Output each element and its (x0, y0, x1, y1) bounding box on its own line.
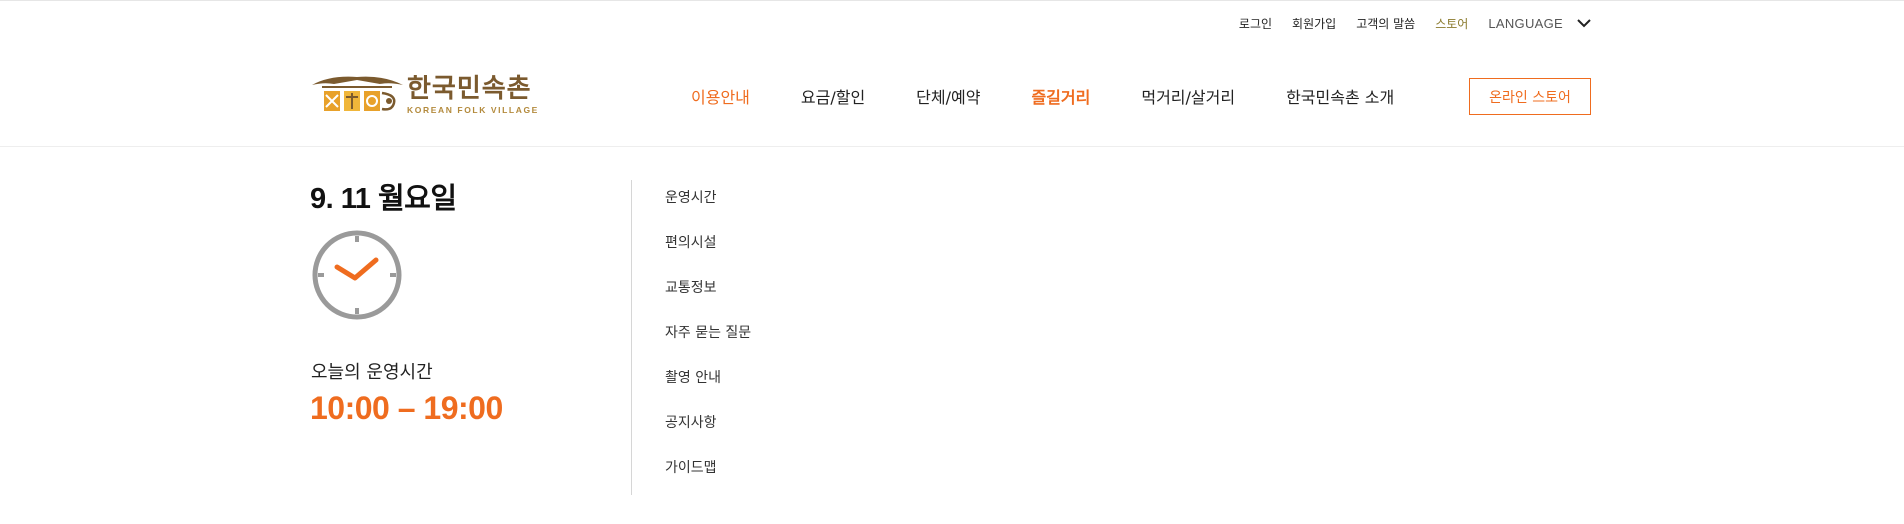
language-label: LANGUAGE (1488, 15, 1563, 31)
login-link[interactable]: 로그인 (1239, 15, 1272, 32)
customer-voice-link[interactable]: 고객의 말씀 (1356, 15, 1415, 32)
main-nav: 이용안내 요금/할인 단체/예약 즐길거리 먹거리/살거리 한국민속촌 소개 (691, 84, 1445, 108)
nav-food-shopping[interactable]: 먹거리/살거리 (1141, 84, 1235, 108)
today-hours-value: 10:00 – 19:00 (310, 390, 503, 426)
submenu-item-notices[interactable]: 공지사항 (665, 414, 751, 459)
nav-usage-info[interactable]: 이용안내 (691, 84, 750, 108)
submenu-item-guide-map[interactable]: 가이드맵 (665, 459, 751, 504)
chevron-down-icon (1577, 18, 1591, 27)
nav-attractions[interactable]: 즐길거리 (1031, 84, 1090, 108)
signup-link[interactable]: 회원가입 (1292, 15, 1336, 32)
submenu-item-hours[interactable]: 운영시간 (665, 189, 751, 234)
utility-nav: 로그인 회원가입 고객의 말씀 스토어 LANGUAGE (1219, 14, 1591, 32)
logo-name-ko: 한국민속촌 (407, 74, 532, 104)
store-link[interactable]: 스토어 (1435, 15, 1468, 32)
online-store-button[interactable]: 온라인 스토어 (1469, 78, 1591, 115)
today-date: 9. 11 월요일 (310, 183, 457, 215)
nav-about[interactable]: 한국민속촌 소개 (1286, 84, 1394, 108)
logo-name-en: KOREAN FOLK VILLAGE (407, 105, 539, 115)
nav-groups-reservation[interactable]: 단체/예약 (916, 84, 980, 108)
today-hours-label: 오늘의 운영시간 (311, 362, 433, 383)
submenu-item-faq[interactable]: 자주 묻는 질문 (665, 324, 751, 369)
submenu-item-transport[interactable]: 교통정보 (665, 279, 751, 324)
panel-divider (631, 180, 632, 495)
language-selector[interactable]: LANGUAGE (1488, 16, 1591, 31)
site-logo[interactable]: 한국민속촌 KOREAN FOLK VILLAGE (310, 73, 539, 117)
nav-fees-discounts[interactable]: 요금/할인 (801, 84, 865, 108)
top-border (0, 0, 1904, 1)
usage-info-submenu: 운영시간 편의시설 교통정보 자주 묻는 질문 촬영 안내 공지사항 가이드맵 (665, 189, 751, 504)
clock-icon (312, 230, 402, 320)
submenu-item-filming[interactable]: 촬영 안내 (665, 369, 751, 414)
submenu-item-facilities[interactable]: 편의시설 (665, 234, 751, 279)
folk-village-logo-icon (312, 76, 403, 111)
header-divider (0, 146, 1904, 147)
